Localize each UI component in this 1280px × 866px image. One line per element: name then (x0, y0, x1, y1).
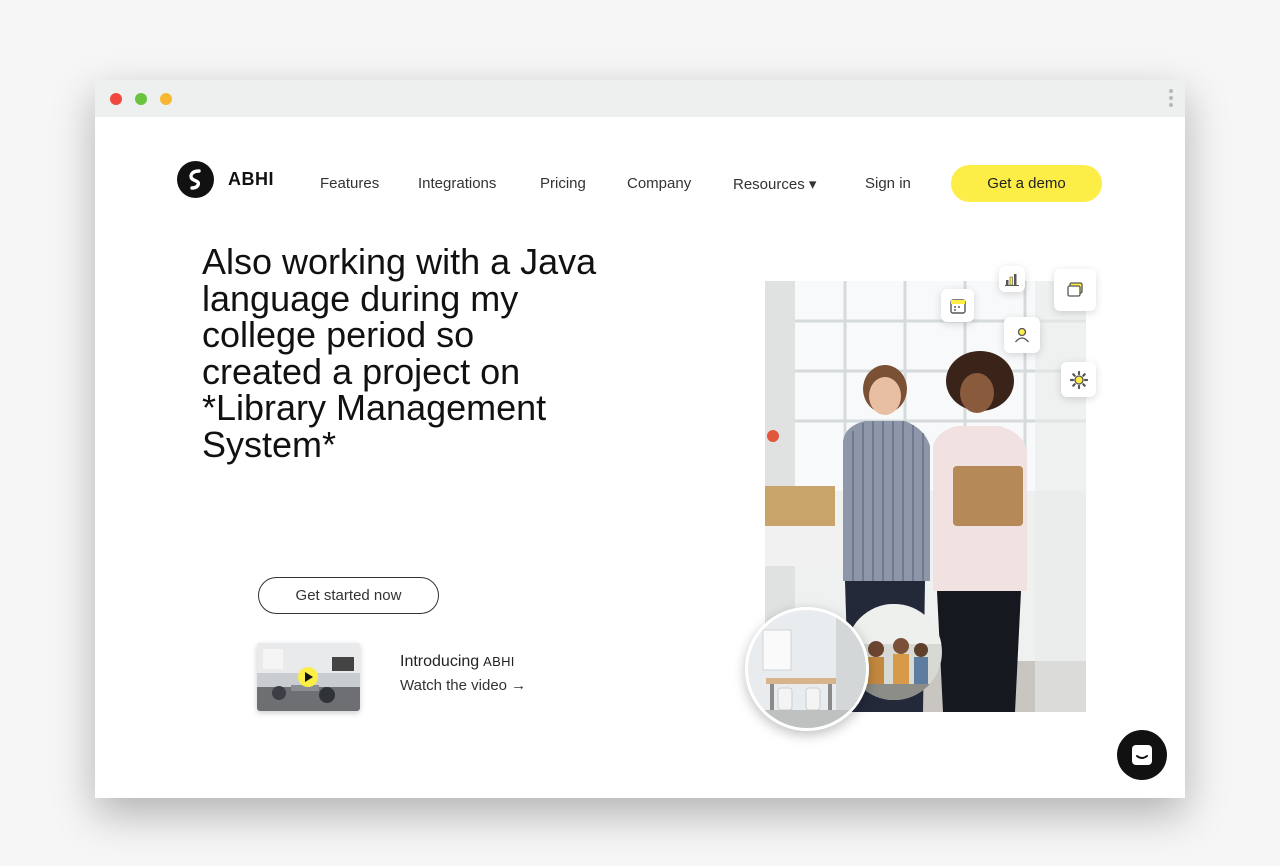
hero-title: Also working with a Java language during… (202, 241, 597, 465)
calendar-icon (941, 289, 974, 322)
message-icon (1132, 745, 1152, 765)
chat-icon (1054, 269, 1096, 311)
video-intro-text: Introducing (400, 653, 480, 670)
nav-sign-in[interactable]: Sign in (865, 175, 911, 192)
gear-icon (1061, 362, 1096, 397)
close-window-button[interactable] (110, 93, 122, 105)
maximize-window-button[interactable] (160, 93, 172, 105)
nav-integrations[interactable]: Integrations (418, 175, 496, 192)
kebab-menu-icon[interactable] (1169, 89, 1173, 107)
nav-resources-dropdown[interactable]: Resources ▾ (733, 175, 816, 193)
watch-video-link[interactable]: Watch the video → (400, 677, 526, 694)
minimize-window-button[interactable] (135, 93, 147, 105)
nav-features[interactable]: Features (320, 175, 379, 192)
get-started-button[interactable]: Get started now (258, 577, 439, 614)
chat-launcher-button[interactable] (1117, 730, 1167, 780)
brand-name[interactable]: ABHI (228, 169, 274, 190)
video-intro-label[interactable]: Introducing ABHI (400, 653, 515, 671)
user-icon (1004, 317, 1040, 353)
browser-window: ABHI Features Integrations Pricing Compa… (95, 80, 1185, 798)
nav-pricing[interactable]: Pricing (540, 175, 586, 192)
office-photo-circle (745, 607, 869, 731)
get-demo-button[interactable]: Get a demo (951, 165, 1102, 202)
window-titlebar (95, 80, 1185, 117)
video-intro-brand: ABHI (483, 654, 515, 669)
bar-chart-icon (999, 266, 1025, 292)
nav-company[interactable]: Company (627, 175, 691, 192)
video-thumbnail[interactable] (257, 643, 360, 711)
brand-logo[interactable] (177, 161, 214, 198)
